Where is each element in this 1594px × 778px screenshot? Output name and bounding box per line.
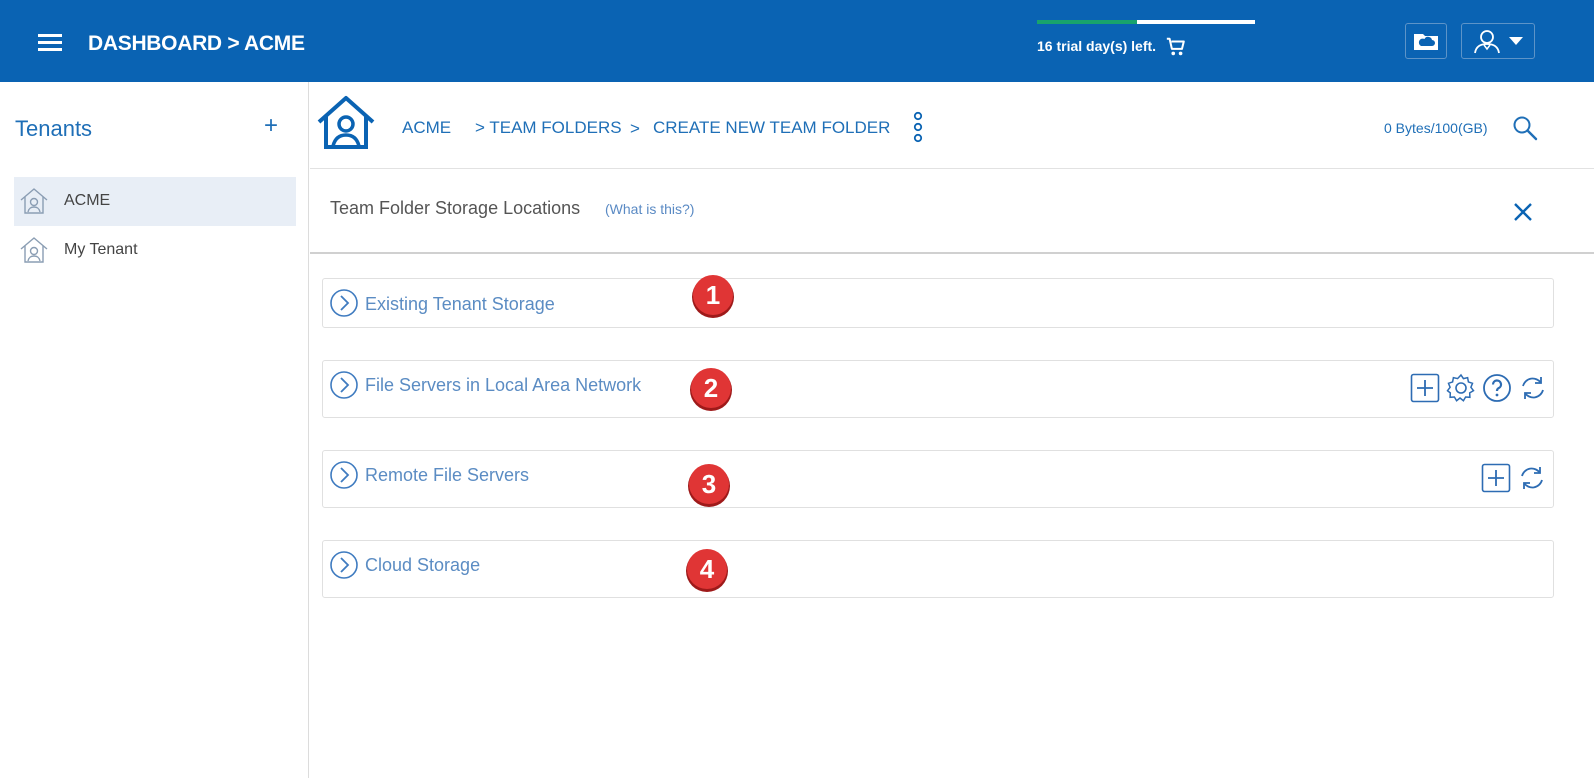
sidebar-item-my-tenant[interactable]: My Tenant	[14, 226, 296, 275]
user-menu-button[interactable]	[1461, 23, 1535, 59]
storage-usage: 0 Bytes/100(GB)	[1384, 120, 1488, 136]
chevron-right-icon[interactable]	[329, 288, 359, 318]
trial-days-text: 16 trial day(s) left.	[1037, 38, 1157, 54]
breadcrumb-separator: >	[630, 119, 640, 138]
main-content: ACME > TEAM FOLDERS > CREATE NEW TEAM FO…	[310, 82, 1594, 778]
section-cloud-storage[interactable]: Cloud Storage	[322, 540, 1554, 598]
tenant-home-icon	[20, 188, 48, 214]
cloud-folder-icon	[1414, 34, 1438, 50]
step-badge-number: 2	[704, 373, 718, 403]
step-badge-3: 3	[688, 464, 730, 507]
refresh-icon[interactable]	[1517, 463, 1547, 493]
sidebar-item-acme[interactable]: ACME	[14, 177, 296, 226]
panel-title: Team Folder Storage Locations	[330, 198, 581, 218]
add-icon[interactable]	[1481, 463, 1511, 493]
section-actions	[1410, 373, 1548, 403]
cart-icon[interactable]	[1165, 36, 1187, 58]
add-icon[interactable]	[1410, 373, 1440, 403]
user-icon	[1474, 30, 1500, 54]
section-label: Cloud Storage	[365, 555, 481, 575]
what-is-this-link[interactable]: (What is this?)	[605, 201, 694, 217]
section-label: Existing Tenant Storage	[365, 294, 555, 314]
sidebar-item-label: My Tenant	[64, 241, 138, 258]
chevron-right-icon[interactable]	[329, 550, 359, 580]
breadcrumb-acme[interactable]: ACME	[402, 118, 451, 138]
sidebar-title: Tenants	[15, 116, 93, 141]
tenant-home-icon	[20, 237, 48, 263]
breadcrumb-team-folders[interactable]: > TEAM FOLDERS	[475, 118, 622, 138]
section-file-servers-lan[interactable]: File Servers in Local Area Network	[322, 360, 1554, 418]
sidebar-item-label: ACME	[64, 192, 111, 209]
home-icon[interactable]	[316, 94, 376, 150]
chevron-right-icon[interactable]	[329, 460, 359, 490]
cloud-folder-button[interactable]	[1405, 23, 1447, 59]
page-title: DASHBOARD > ACME	[88, 32, 305, 55]
add-tenant-button[interactable]: +	[264, 112, 278, 140]
section-actions	[1481, 463, 1547, 493]
panel-header: Team Folder Storage Locations (What is t…	[310, 170, 1594, 254]
breadcrumb: ACME > TEAM FOLDERS > CREATE NEW TEAM FO…	[310, 82, 1594, 169]
menu-icon[interactable]	[38, 34, 62, 54]
search-icon[interactable]	[1512, 115, 1538, 141]
step-badge-4: 4	[686, 549, 728, 592]
close-icon[interactable]	[1513, 202, 1533, 222]
section-remote-file-servers[interactable]: Remote File Servers	[322, 450, 1554, 508]
section-existing-tenant-storage[interactable]: Existing Tenant Storage	[322, 278, 1554, 328]
refresh-icon[interactable]	[1518, 373, 1548, 403]
step-badge-number: 1	[706, 280, 720, 310]
step-badge-number: 4	[700, 554, 715, 584]
trial-progress-bar	[1037, 20, 1255, 24]
chevron-right-icon[interactable]	[329, 370, 359, 400]
step-badge-number: 3	[702, 469, 716, 499]
trial-progress-fill	[1037, 20, 1138, 24]
step-badge-2: 2	[690, 368, 732, 411]
step-badge-1: 1	[692, 275, 734, 318]
breadcrumb-create-new-team-folder[interactable]: CREATE NEW TEAM FOLDER	[653, 118, 890, 138]
more-options-icon[interactable]	[912, 111, 924, 143]
gear-icon[interactable]	[1446, 373, 1476, 403]
section-label: Remote File Servers	[365, 465, 530, 485]
tenants-sidebar: Tenants + ACME My Tenant	[0, 82, 309, 778]
top-bar: DASHBOARD > ACME 16 trial day(s) left.	[0, 0, 1594, 82]
chevron-down-icon	[1509, 37, 1523, 45]
help-icon[interactable]	[1482, 373, 1512, 403]
section-label: File Servers in Local Area Network	[365, 375, 642, 395]
